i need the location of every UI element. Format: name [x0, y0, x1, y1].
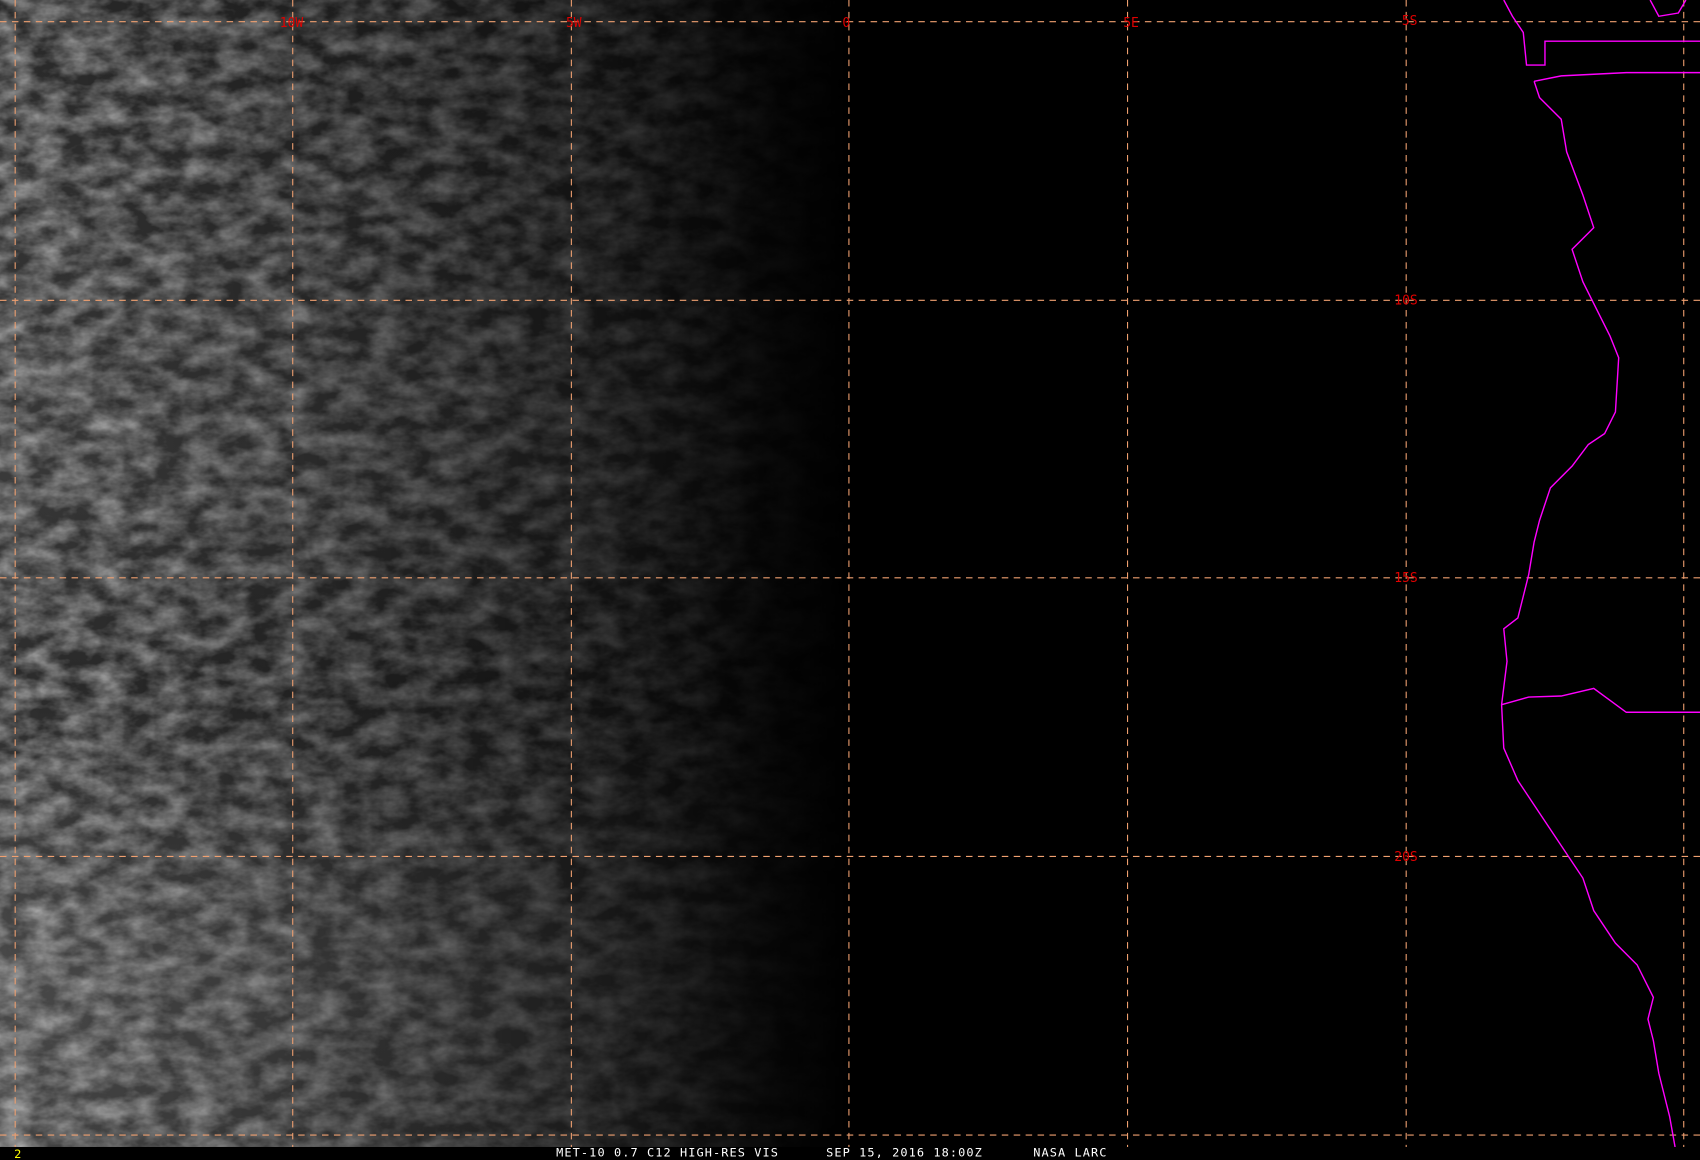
lon-label: 0: [842, 16, 850, 31]
satellite-image-viewer: 10W 5W 0 5E 5S 10S 15S 20S 2 MET-10 0.7 …: [0, 0, 1700, 1160]
lat-label: 10S: [1394, 294, 1417, 309]
frame-number: 2: [14, 1147, 22, 1160]
lat-label: 15S: [1394, 571, 1417, 586]
lat-label: 5S: [1402, 14, 1418, 29]
image-datetime: SEP 15, 2016 18:00Z: [826, 1146, 983, 1160]
lon-label: 5E: [1123, 16, 1139, 31]
lon-label: 10W: [280, 16, 304, 31]
cloud-imagery: [0, 0, 1700, 1147]
image-source: NASA LARC: [1033, 1146, 1107, 1160]
lon-label: 5W: [566, 16, 582, 31]
lat-label: 20S: [1394, 850, 1417, 865]
satellite-map: 10W 5W 0 5E 5S 10S 15S 20S 2 MET-10 0.7 …: [0, 0, 1700, 1160]
product-name: MET-10 0.7 C12 HIGH-RES VIS: [556, 1146, 779, 1160]
